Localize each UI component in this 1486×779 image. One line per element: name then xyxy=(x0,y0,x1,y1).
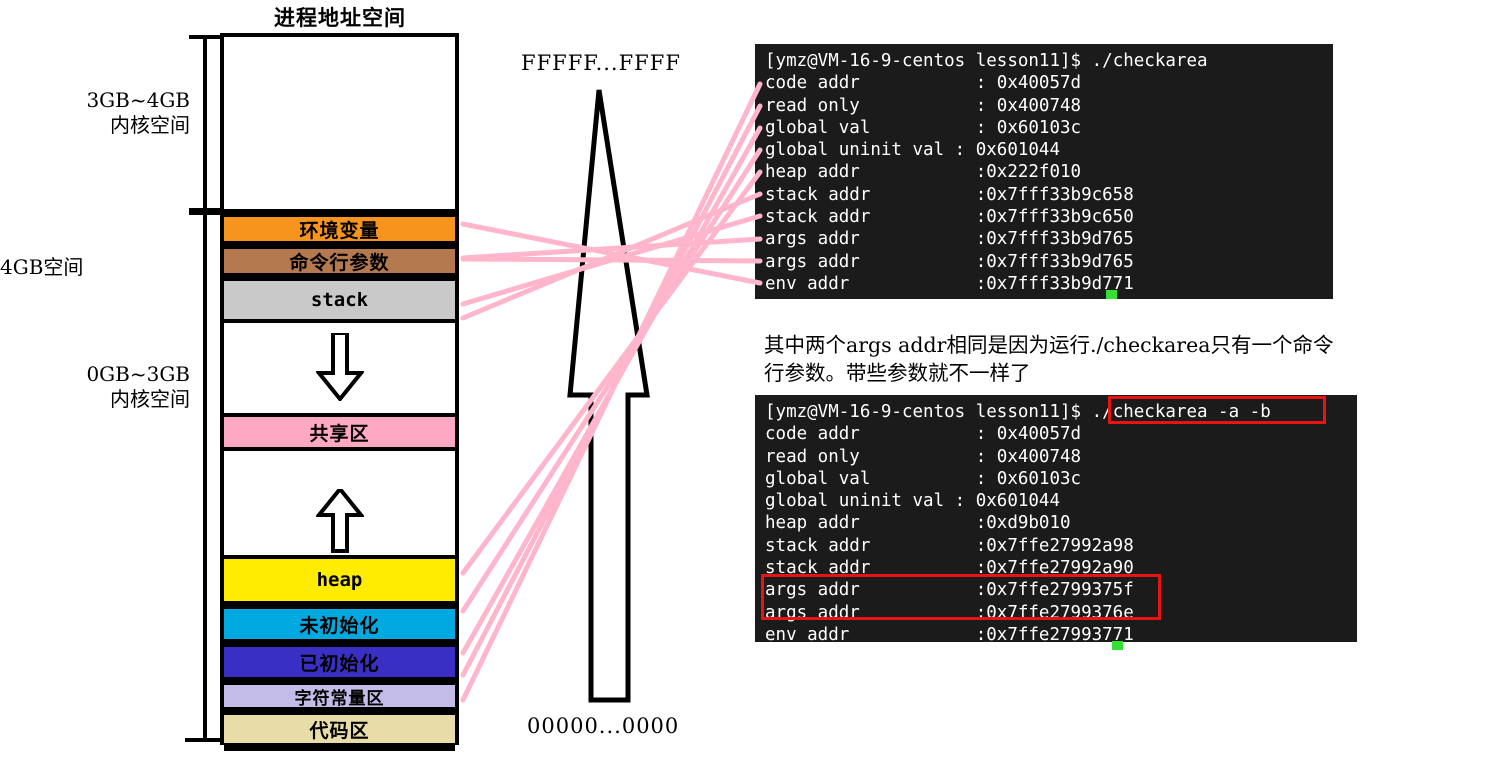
terminal1-line-6: stack addr :0x7fff33b9c650 xyxy=(765,207,1134,228)
segment-env: 环境变量 xyxy=(224,213,455,245)
terminal1-line-7: args addr :0x7fff33b9d765 xyxy=(765,229,1134,250)
segment-label: 已初始化 xyxy=(299,652,380,675)
segment-shared: 共享区 xyxy=(224,413,455,451)
terminal1-line-4: heap addr :0x222f010 xyxy=(765,162,1082,183)
bracket-label-user: 0GB~3GB 内核空间 xyxy=(20,362,190,412)
big-up-arrow-icon xyxy=(567,89,650,703)
stack-growth-down-arrow-icon xyxy=(315,333,364,401)
segment-label: stack xyxy=(310,289,369,311)
bracket-label-line1: 4GB空间 xyxy=(0,255,84,279)
segment-string-literals: 字符常量区 xyxy=(224,681,455,711)
terminal2-line-1: read only : 0x400748 xyxy=(765,446,1082,467)
bracket-label-kernel: 3GB~4GB 内核空间 xyxy=(20,88,190,138)
segment-label: 环境变量 xyxy=(299,219,380,242)
terminal2-prompt: [ymz@VM-16-9-centos lesson11]$ xyxy=(765,402,1092,422)
bracket-label-total: 4GB空间 xyxy=(0,255,150,280)
bracket-label-line1: 0GB~3GB xyxy=(86,362,190,386)
terminal1-line-3: global uninit val : 0x601044 xyxy=(765,140,1061,161)
segment-uninitialized-data: 未初始化 xyxy=(224,605,455,643)
terminal1-cursor xyxy=(1106,290,1117,299)
segment-label: 字符常量区 xyxy=(294,688,385,709)
heap-growth-up-arrow-icon xyxy=(315,489,364,553)
note-line-2: 行参数。带些参数就不一样了 xyxy=(764,360,1031,385)
segment-args: 命令行参数 xyxy=(224,245,455,277)
note-line-1: 其中两个args addr相同是因为运行./checkarea只有一个命令 xyxy=(764,333,1334,357)
segment-label: 未初始化 xyxy=(299,614,380,637)
bracket-label-line2: 内核空间 xyxy=(110,387,190,411)
segment-initialized-data: 已初始化 xyxy=(224,643,455,681)
segment-stack: stack xyxy=(224,277,455,323)
terminal1-line-9: env addr :0x7fff33b9d771 xyxy=(765,273,1134,294)
address-direction-arrow xyxy=(520,40,740,740)
terminal1-line-0: code addr : 0x40057d xyxy=(765,73,1082,94)
terminal-window-1[interactable]: [ymz@VM-16-9-centos lesson11]$ ./checkar… xyxy=(755,44,1333,299)
highlight-args-rows-box xyxy=(761,574,1161,620)
terminal2-line-9: env addr :0x7ffe27993771 xyxy=(765,624,1134,645)
process-address-space-diagram: 进程地址空间 环境变量 命令行参数 stack 共享区 heap 未初始化 已初… xyxy=(0,0,500,779)
segment-kernel-space xyxy=(224,37,455,213)
terminal1-line-5: stack addr :0x7fff33b9c658 xyxy=(765,184,1134,205)
terminal2-line-5: stack addr :0x7ffe27992a98 xyxy=(765,535,1134,556)
segment-heap: heap xyxy=(224,555,455,605)
segment-label: 命令行参数 xyxy=(289,251,390,274)
highlight-command-box xyxy=(1108,396,1326,424)
segment-label: 代码区 xyxy=(309,719,370,742)
terminal2-cursor xyxy=(1112,641,1123,650)
segment-bottom-pad xyxy=(224,747,455,779)
segment-text-code: 代码区 xyxy=(224,711,455,747)
terminal1-prompt: [ymz@VM-16-9-centos lesson11]$ xyxy=(765,51,1092,71)
top-address-label: FFFFF...FFFF xyxy=(521,51,681,75)
bracket-label-line2: 内核空间 xyxy=(110,113,190,137)
terminal2-line-0: code addr : 0x40057d xyxy=(765,424,1082,445)
terminal1-line-8: args addr :0x7fff33b9d765 xyxy=(765,251,1134,272)
explanation-note: 其中两个args addr相同是因为运行./checkarea只有一个命令 行参… xyxy=(764,332,1374,387)
diagram-title: 进程地址空间 xyxy=(274,5,406,30)
segment-label: heap xyxy=(316,569,363,591)
bottom-address-label: 00000...0000 xyxy=(527,714,680,738)
terminal2-line-3: global uninit val : 0x601044 xyxy=(765,491,1061,512)
terminal2-line-2: global val : 0x60103c xyxy=(765,468,1082,489)
terminal2-line-4: heap addr :0xd9b010 xyxy=(765,513,1071,534)
memory-column: 环境变量 命令行参数 stack 共享区 heap 未初始化 已初始化 字符常量… xyxy=(220,33,459,779)
segment-label: 共享区 xyxy=(309,422,370,445)
terminal1-line-1: read only : 0x400748 xyxy=(765,95,1082,116)
terminal1-line-2: global val : 0x60103c xyxy=(765,117,1082,138)
terminal1-command: ./checkarea xyxy=(1091,51,1208,71)
bracket-label-line1: 3GB~4GB xyxy=(86,88,190,112)
